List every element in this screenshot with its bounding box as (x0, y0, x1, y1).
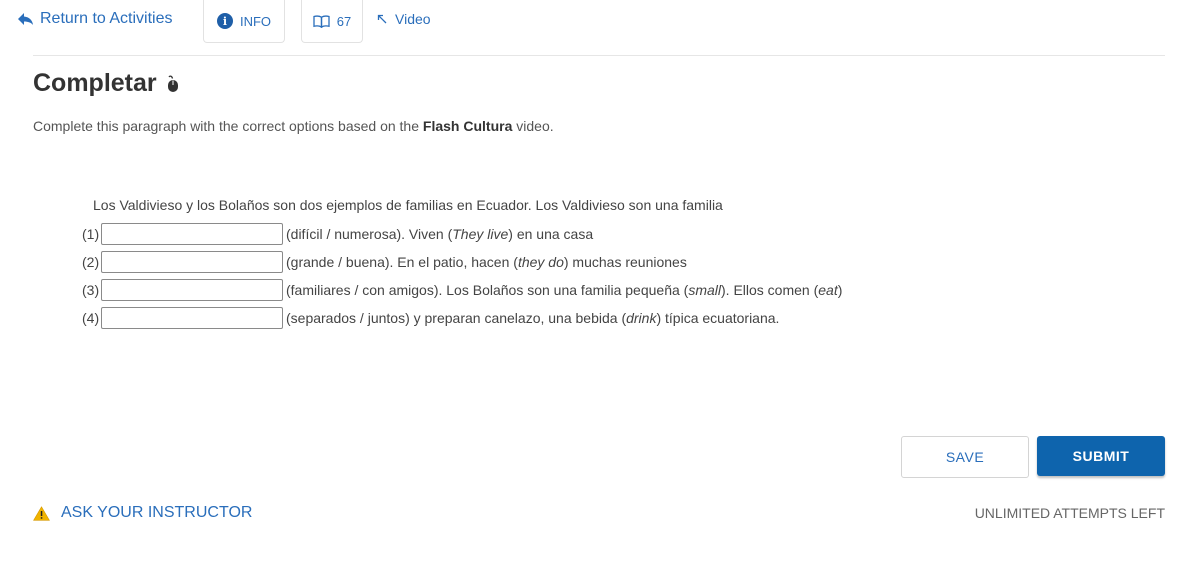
italic-segment: small (688, 282, 721, 298)
blank-text: (familiares / con amigos). Los Bolaños s… (286, 282, 842, 298)
passage-intro: Los Valdivieso y los Bolaños son dos eje… (93, 197, 723, 213)
book-count: 67 (336, 13, 352, 29)
italic-segment: drink (626, 310, 657, 326)
blank-text: (grande / buena). En el patio, hacen (th… (286, 254, 687, 270)
tab-info-label: INFO (239, 13, 272, 29)
tab-ebook[interactable]: 67 (301, 0, 363, 43)
page-title: Completar (33, 69, 180, 98)
warning-icon (33, 505, 50, 521)
text-segment: (familiares / con amigos). Los Bolaños s… (286, 282, 689, 298)
external-arrow-icon (377, 14, 387, 24)
text-segment: ) muchas reuniones (563, 254, 687, 270)
blank-row-2: (2) (grande / buena). En el patio, hacen… (82, 248, 687, 276)
blank-row-3: (3) (familiares / con amigos). Los Bolañ… (82, 276, 842, 304)
instructions: Complete this paragraph with the correct… (33, 118, 554, 134)
save-button[interactable]: SAVE (901, 436, 1029, 478)
blank-number: (1) (82, 226, 100, 242)
text-segment: ) en una casa (508, 226, 594, 242)
attempts-left: UNLIMITED ATTEMPTS LEFT (974, 505, 1165, 521)
blank-number: (4) (82, 310, 100, 326)
blank-input-3[interactable] (101, 279, 283, 301)
text-segment: (difícil / numerosa). Viven ( (286, 226, 453, 242)
return-to-activities-link[interactable]: Return to Activities (17, 10, 173, 28)
blank-input-2[interactable] (101, 251, 283, 273)
italic-segment: they do (517, 254, 564, 270)
blank-text: (difícil / numerosa). Viven (They live) … (286, 226, 593, 242)
text-segment: ) (837, 282, 843, 298)
blank-row-4: (4) (separados / juntos) y preparan cane… (82, 304, 779, 332)
blank-number: (3) (82, 282, 100, 298)
reply-arrow-icon (18, 13, 33, 25)
blank-input-4[interactable] (101, 307, 283, 329)
submit-button[interactable]: SUBMIT (1037, 436, 1165, 476)
video-label: Video (395, 11, 431, 27)
passage: Los Valdivieso y los Bolaños son dos eje… (82, 196, 842, 329)
blank-text: (separados / juntos) y preparan canelazo… (286, 310, 779, 326)
page-title-text: Completar (33, 69, 157, 97)
book-icon (313, 14, 330, 28)
video-link[interactable]: Video (377, 11, 431, 27)
text-segment: (separados / juntos) y preparan canelazo… (286, 310, 627, 326)
blank-number: (2) (82, 254, 100, 270)
info-icon: i (216, 13, 233, 29)
text-segment: ) típica ecuatoriana. (656, 310, 780, 326)
instructions-bold: Flash Cultura (422, 118, 513, 134)
mouse-icon (167, 75, 178, 92)
header-divider (33, 55, 1165, 56)
instructions-text: Complete this paragraph with the correct… (33, 118, 423, 134)
top-nav: Return to Activities i INFO 67 Video (0, 0, 1188, 44)
tab-info[interactable]: i INFO (203, 0, 285, 43)
text-segment: (grande / buena). En el patio, hacen ( (286, 254, 518, 270)
text-segment: ). Ellos comen ( (721, 282, 819, 298)
italic-segment: eat (818, 282, 838, 298)
ask-instructor-link[interactable]: ASK YOUR INSTRUCTOR (33, 504, 252, 522)
blank-input-1[interactable] (101, 223, 283, 245)
ask-instructor-label: ASK YOUR INSTRUCTOR (61, 504, 253, 521)
return-label: Return to Activities (40, 10, 173, 27)
instructions-text-end: video. (512, 118, 554, 134)
blank-row-1: (1) (difícil / numerosa). Viven (They li… (82, 220, 593, 248)
italic-segment: They live (452, 226, 509, 242)
